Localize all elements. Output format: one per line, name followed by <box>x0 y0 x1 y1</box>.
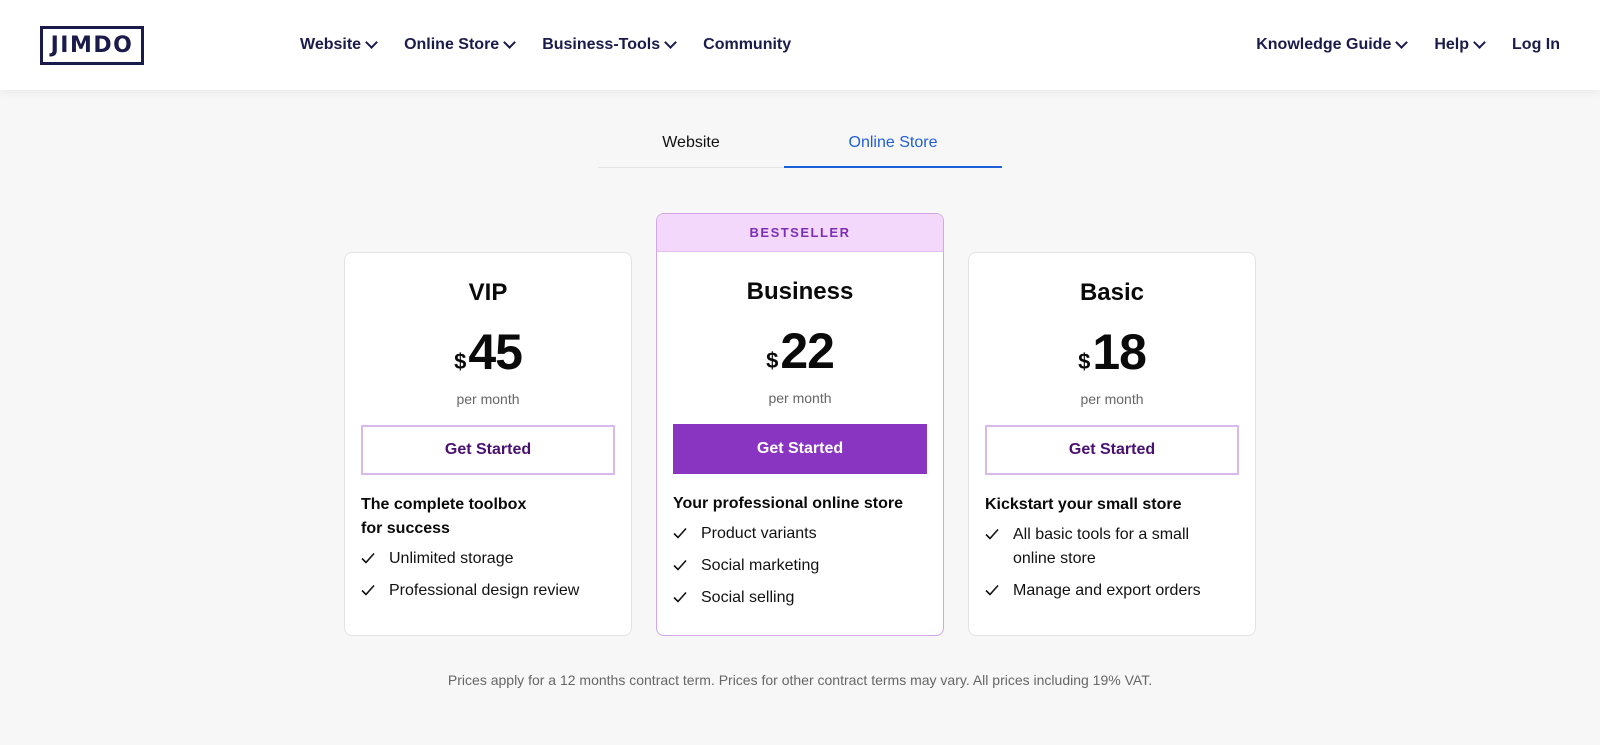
plan-tagline-line: for success <box>361 520 450 537</box>
pricing-footnote: Prices apply for a 12 months contract te… <box>447 672 1153 688</box>
price-amount: 22 <box>780 323 835 379</box>
login-label: Log In <box>1512 36 1560 53</box>
bestseller-badge: BESTSELLER <box>657 214 943 252</box>
nav-knowledge-guide-label: Knowledge Guide <box>1256 36 1392 53</box>
check-icon <box>361 584 375 596</box>
feature-item: Social marketing <box>673 554 927 578</box>
feature-text: Product variants <box>701 525 817 542</box>
plan-tagline: Your professional online store <box>673 495 903 512</box>
plan-tagline: Kickstart your small store <box>985 496 1182 513</box>
check-icon <box>673 527 687 539</box>
feature-list: Unlimited storage Professional design re… <box>361 547 615 603</box>
feature-text: Professional design review <box>389 582 580 599</box>
price-currency: $ <box>766 348 779 373</box>
check-icon <box>985 528 999 540</box>
nav-website[interactable]: Website <box>300 36 378 54</box>
nav-community[interactable]: Community <box>703 36 791 54</box>
login-link[interactable]: Log In <box>1512 36 1560 54</box>
price-amount: 45 <box>468 324 523 380</box>
nav-community-label: Community <box>703 36 792 53</box>
plan-card-business: BESTSELLER Business $ 22 per month Get S… <box>656 213 944 636</box>
plan-tagline: The complete toolbox for success <box>361 493 615 541</box>
nav-knowledge-guide[interactable]: Knowledge Guide <box>1256 36 1409 54</box>
feature-item: Manage and export orders <box>985 579 1239 603</box>
feature-item: Product variants <box>673 522 927 546</box>
main-nav: Website Online Store Business-Tools Comm… <box>300 0 819 90</box>
nav-help[interactable]: Help <box>1434 36 1486 54</box>
price-period: per month <box>456 391 520 407</box>
chevron-down-icon <box>1395 36 1409 49</box>
pricing-section: Website Online Store VIP $ 45 per month … <box>0 90 1600 745</box>
chevron-down-icon <box>365 36 378 49</box>
price-amount: 18 <box>1092 324 1147 380</box>
plan-name: VIP <box>468 279 508 306</box>
chevron-down-icon <box>1473 36 1486 49</box>
nav-business-tools[interactable]: Business-Tools <box>542 36 678 54</box>
get-started-button[interactable]: Get Started <box>361 425 615 475</box>
tab-online-store[interactable]: Online Store <box>784 132 1002 168</box>
check-icon <box>673 591 687 603</box>
plan-card-vip: VIP $ 45 per month Get Started The compl… <box>344 252 632 636</box>
price-currency: $ <box>454 349 467 374</box>
nav-online-store[interactable]: Online Store <box>404 36 517 54</box>
feature-text: Social selling <box>701 589 795 606</box>
nav-help-label: Help <box>1434 36 1470 53</box>
feature-text: Manage and export orders <box>1013 582 1201 599</box>
plan-tagline-line: The complete toolbox <box>361 496 527 513</box>
feature-text: Unlimited storage <box>389 550 514 567</box>
feature-item: All basic tools for a small online store <box>985 523 1239 571</box>
site-header: JIMDO Website Online Store Business-Tool… <box>0 0 1600 90</box>
chevron-down-icon <box>503 36 517 49</box>
check-icon <box>985 584 999 596</box>
plan-name: Basic <box>1079 279 1145 306</box>
feature-list: Product variants Social marketing Social… <box>673 522 927 610</box>
plan-price: $ 45 <box>345 327 631 377</box>
nav-online-store-label: Online Store <box>404 36 500 53</box>
plan-card-basic: Basic $ 18 per month Get Started Kicksta… <box>968 252 1256 636</box>
jimdo-logo[interactable]: JIMDO <box>40 26 144 65</box>
feature-item: Professional design review <box>361 579 615 603</box>
get-started-button[interactable]: Get Started <box>985 425 1239 475</box>
price-period: per month <box>768 390 832 406</box>
tab-website[interactable]: Website <box>598 132 784 168</box>
plan-price: $ 22 <box>657 326 943 376</box>
product-tabs: Website Online Store <box>598 132 1002 168</box>
price-currency: $ <box>1078 349 1091 374</box>
price-period: per month <box>1080 391 1144 407</box>
check-icon <box>361 552 375 564</box>
check-icon <box>673 559 687 571</box>
feature-text: Social marketing <box>701 557 820 574</box>
chevron-down-icon <box>664 36 678 49</box>
feature-item: Unlimited storage <box>361 547 615 571</box>
secondary-nav: Knowledge Guide Help Log In <box>1256 0 1560 90</box>
nav-business-tools-label: Business-Tools <box>542 36 661 53</box>
nav-website-label: Website <box>300 36 362 53</box>
feature-list: All basic tools for a small online store… <box>985 523 1239 603</box>
feature-text: All basic tools for a small online store <box>1013 526 1190 567</box>
plan-name: Business <box>746 278 854 305</box>
plan-price: $ 18 <box>969 327 1255 377</box>
feature-item: Social selling <box>673 586 927 610</box>
get-started-button[interactable]: Get Started <box>673 424 927 474</box>
